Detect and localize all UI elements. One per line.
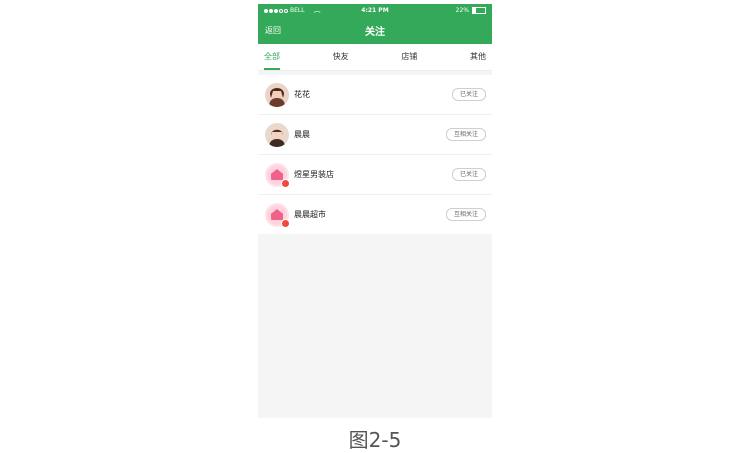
follow-status-button[interactable]: 互相关注 [445, 128, 486, 141]
follow-item[interactable]: 晨晨超市 互相关注 [258, 195, 492, 234]
person-avatar [265, 122, 289, 147]
follow-status-button[interactable]: 已关注 [451, 88, 486, 101]
shop-badge-icon [281, 178, 290, 188]
follow-name: 煜星男装店 [294, 170, 334, 179]
follow-status-button[interactable]: 互相关注 [445, 208, 486, 221]
follow-name: 晨晨超市 [294, 210, 326, 219]
shop-badge-icon [281, 218, 290, 228]
tab-shops[interactable]: 店铺 [401, 44, 417, 70]
top-bar: BELL ︵ 4:21 PM 22% 返回 关注 [258, 4, 492, 44]
navigation-bar: 返回 关注 [258, 17, 492, 44]
follow-list: 花花 已关注 晨晨 互相关注 煜星男装店 已关注 晨晨超市 互相关注 [258, 75, 492, 234]
follow-item[interactable]: 花花 已关注 [258, 75, 492, 115]
follow-name: 花花 [294, 90, 310, 99]
follow-status-button[interactable]: 已关注 [451, 168, 486, 181]
status-bar: BELL ︵ 4:21 PM 22% [258, 4, 492, 17]
battery-icon [472, 7, 486, 14]
follow-item[interactable]: 晨晨 互相关注 [258, 115, 492, 155]
phone-screen: BELL ︵ 4:21 PM 22% 返回 关注 全部 快友 店铺 其他 花花 … [258, 4, 492, 418]
page-title: 关注 [365, 27, 385, 38]
follow-item[interactable]: 煜星男装店 已关注 [258, 155, 492, 195]
person-avatar [265, 82, 289, 107]
tab-others[interactable]: 其他 [470, 44, 486, 70]
battery: 22% [456, 4, 486, 17]
tab-bar: 全部 快友 店铺 其他 [258, 44, 492, 71]
tab-all[interactable]: 全部 [264, 44, 280, 70]
follow-name: 晨晨 [294, 130, 310, 139]
battery-percent: 22% [455, 7, 469, 14]
tab-friends[interactable]: 快友 [333, 44, 349, 70]
